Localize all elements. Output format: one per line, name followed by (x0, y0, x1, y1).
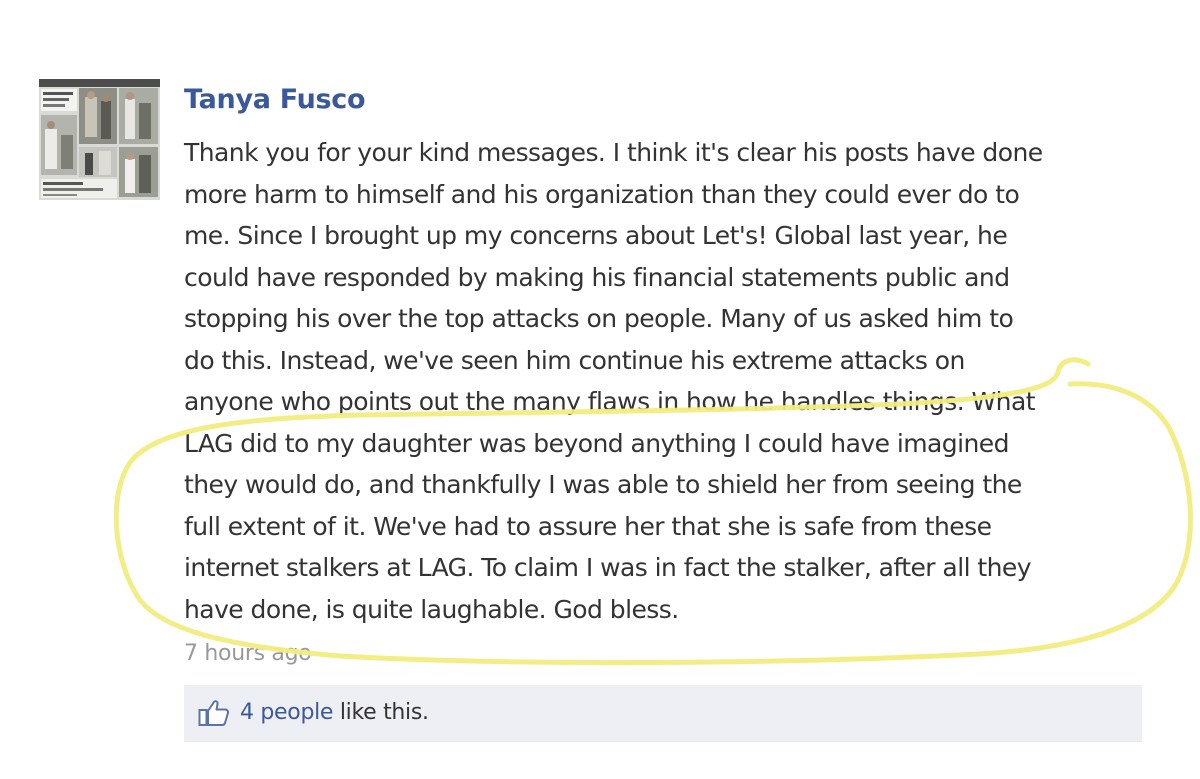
comment-text-line: could have responded by making his finan… (184, 262, 1010, 292)
comment-text-line: Thank you for your kind messages. I thin… (184, 138, 1043, 167)
comment-text-line: do this. Instead, we've seen him continu… (184, 345, 965, 375)
comment-text-line: LAG did to my daughter was beyond anythi… (184, 428, 1010, 458)
like-summary-bar: 4 people like this. (184, 685, 1142, 742)
thumbs-up-icon (198, 700, 230, 726)
avatar-photo-collage (39, 79, 160, 200)
comment-text-line: internet stalkers at LAG. To claim I was… (184, 553, 1032, 582)
comment-timestamp[interactable]: 7 hours ago (184, 641, 312, 666)
comment-text-line: stopping his over the top attacks on peo… (184, 304, 1014, 333)
like-people-link[interactable]: 4 people (240, 700, 333, 725)
comment-text-line: full extent of it. We've had to assure h… (184, 511, 992, 541)
comment-text-line: me. Since I brought up my concerns about… (184, 221, 1008, 250)
like-text-suffix: like this. (333, 700, 429, 725)
comment-text-line: have done, is quite laughable. God bless… (184, 594, 679, 624)
comment-text-line: more harm to himself and his organizatio… (184, 179, 1020, 209)
comment-text-line: anyone who points out the many flaws in … (184, 387, 1036, 416)
comment-author-name[interactable]: Tanya Fusco (184, 84, 366, 115)
comment-text-line: they would do, and thankfully I was able… (184, 470, 1022, 499)
like-count-text: 4 people like this. (240, 700, 429, 725)
comment-text: Thank you for your kind messages. I thin… (184, 132, 1152, 630)
author-avatar[interactable] (39, 79, 160, 200)
